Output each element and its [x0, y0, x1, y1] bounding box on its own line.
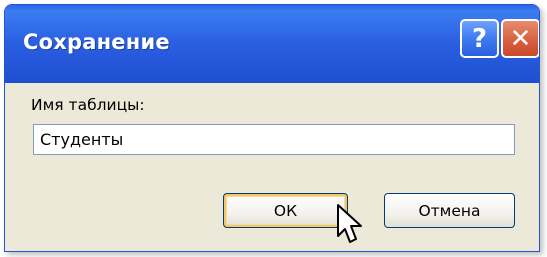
- titlebar[interactable]: Сохранение ? ✕: [5, 5, 539, 84]
- mouse-pointer-icon: [337, 204, 362, 243]
- save-dialog: Сохранение ? ✕ Имя таблицы: ОК Отмена: [4, 4, 540, 252]
- ok-button-label: ОК: [273, 201, 298, 220]
- help-button[interactable]: ?: [460, 19, 499, 58]
- help-icon: ?: [471, 23, 488, 54]
- ok-button[interactable]: ОК: [223, 193, 348, 228]
- close-button[interactable]: ✕: [501, 19, 539, 58]
- table-name-input[interactable]: [33, 124, 515, 155]
- close-icon: ✕: [509, 23, 532, 54]
- cancel-button[interactable]: Отмена: [384, 193, 515, 228]
- dialog-title: Сохранение: [23, 30, 170, 54]
- dialog-body: Имя таблицы: ОК Отмена: [5, 83, 539, 251]
- cancel-button-label: Отмена: [418, 201, 481, 220]
- table-name-label: Имя таблицы:: [31, 96, 145, 114]
